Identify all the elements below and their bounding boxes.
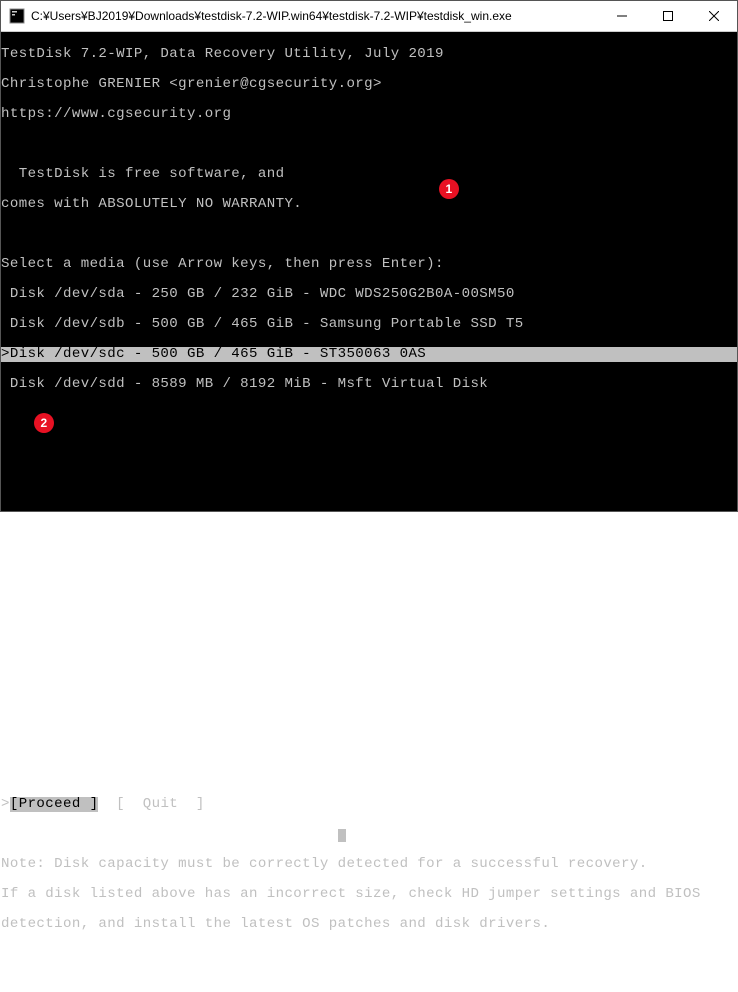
window-controls	[599, 1, 737, 31]
blank-line	[1, 827, 737, 842]
blank-line	[1, 707, 737, 722]
blank-line	[1, 557, 737, 572]
info-line: TestDisk is free software, and	[1, 167, 737, 182]
blank-line	[1, 617, 737, 632]
blank-line	[1, 467, 737, 482]
blank-line	[1, 647, 737, 662]
annotation-badge-1: 1	[439, 179, 459, 199]
window-title: C:¥Users¥BJ2019¥Downloads¥testdisk-7.2-W…	[31, 9, 599, 23]
blank-line	[1, 527, 737, 542]
blank-line	[1, 407, 737, 422]
disk-item-selected[interactable]: >Disk /dev/sdc - 500 GB / 465 GiB - ST35…	[1, 347, 737, 362]
disk-item[interactable]: Disk /dev/sdd - 8589 MB / 8192 MiB - Msf…	[1, 377, 737, 392]
blank-line	[1, 677, 737, 692]
menu-cursor: >	[1, 797, 10, 812]
minimize-button[interactable]	[599, 1, 645, 31]
blank-line	[1, 737, 737, 752]
text-cursor	[338, 829, 347, 842]
menu-spacer	[98, 797, 116, 812]
proceed-button[interactable]: [Proceed ]	[10, 797, 99, 812]
blank-line	[1, 437, 737, 452]
header-line: Christophe GRENIER <grenier@cgsecurity.o…	[1, 77, 737, 92]
window-titlebar: C:¥Users¥BJ2019¥Downloads¥testdisk-7.2-W…	[1, 1, 737, 32]
note-line: If a disk listed above has an incorrect …	[1, 887, 737, 902]
app-icon	[9, 8, 25, 24]
info-line: comes with ABSOLUTELY NO WARRANTY.	[1, 197, 737, 212]
terminal-output: TestDisk 7.2-WIP, Data Recovery Utility,…	[1, 32, 737, 511]
menu-row: >[Proceed ] [ Quit ]	[1, 797, 737, 812]
blank-line	[1, 767, 737, 782]
note-line: Note: Disk capacity must be correctly de…	[1, 857, 737, 872]
blank-line	[1, 587, 737, 602]
close-button[interactable]	[691, 1, 737, 31]
prompt-line: Select a media (use Arrow keys, then pre…	[1, 257, 737, 272]
quit-button[interactable]: [ Quit ]	[116, 797, 205, 812]
note-line: detection, and install the latest OS pat…	[1, 917, 737, 932]
disk-item[interactable]: Disk /dev/sdb - 500 GB / 465 GiB - Samsu…	[1, 317, 737, 332]
blank-line	[1, 137, 737, 152]
header-line: TestDisk 7.2-WIP, Data Recovery Utility,…	[1, 47, 737, 62]
disk-item[interactable]: Disk /dev/sda - 250 GB / 232 GiB - WDC W…	[1, 287, 737, 302]
header-line: https://www.cgsecurity.org	[1, 107, 737, 122]
blank-line	[1, 497, 737, 512]
annotation-badge-2: 2	[34, 413, 54, 433]
maximize-button[interactable]	[645, 1, 691, 31]
blank-line	[1, 227, 737, 242]
